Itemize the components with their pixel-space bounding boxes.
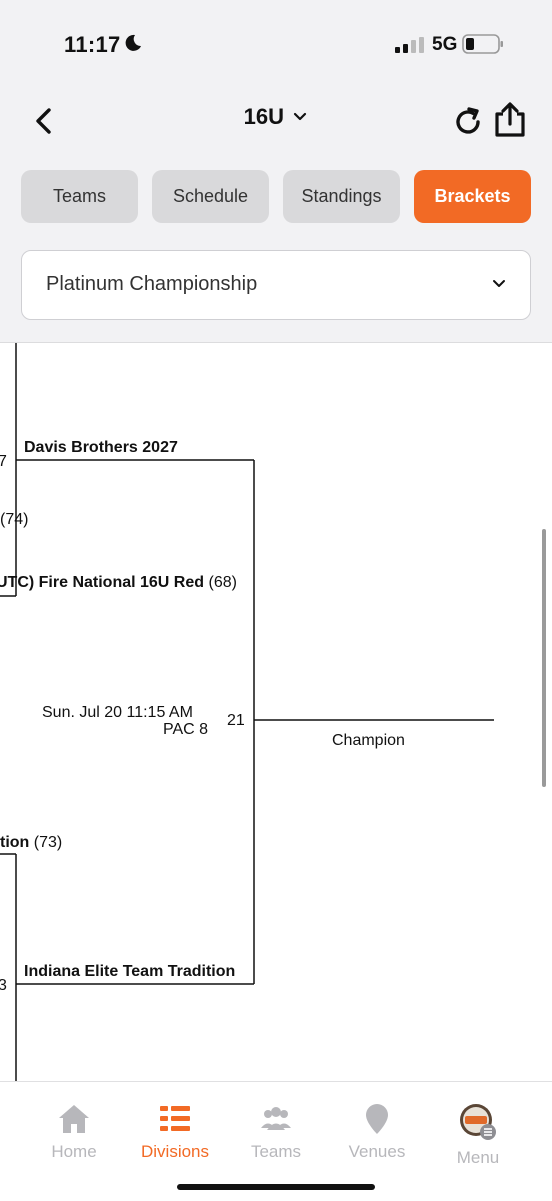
partial-score-bottom: 3 [0, 977, 7, 995]
nav-menu-label: Menu [456, 1148, 500, 1167]
team-name-bottom[interactable]: Indiana Elite Team Tradition [24, 963, 235, 981]
tab-brackets[interactable]: Brackets [414, 170, 531, 223]
home-icon [59, 1105, 89, 1133]
team-name-second: UTC) Fire National 16U Red [0, 574, 205, 591]
nav-teams-label: Teams [250, 1142, 302, 1161]
scrollbar[interactable] [542, 529, 546, 787]
share-icon[interactable] [492, 102, 528, 138]
team-entry-second[interactable]: UTC) Fire National 16U Red (68) [0, 574, 237, 592]
team-seed-third: (73) [33, 834, 63, 851]
team-name-top[interactable]: Davis Brothers 2027 [24, 439, 178, 457]
nav-teams[interactable]: Teams [226, 1102, 326, 1162]
section-tabs: Teams Schedule Standings Brackets [21, 170, 531, 223]
champion-label: Champion [332, 732, 405, 749]
nav-divisions[interactable]: Divisions [125, 1102, 225, 1162]
team-seed-second: (68) [208, 574, 237, 591]
nav-menu[interactable]: Menu [428, 1102, 528, 1168]
divisions-icon [160, 1106, 190, 1131]
menu-logo-icon [460, 1104, 496, 1140]
partial-seed-top: (74) [0, 511, 29, 528]
signal-icon [395, 37, 424, 53]
game-venue: PAC 8 [163, 721, 209, 738]
page-title: 16U [243, 104, 284, 129]
partial-score-top: 7 [0, 453, 7, 471]
battery-icon [462, 34, 503, 54]
status-time: 11:17 [64, 32, 121, 57]
chevron-down-icon [493, 280, 505, 287]
home-indicator [177, 1184, 375, 1190]
refresh-icon[interactable] [452, 106, 484, 138]
moon-icon [125, 34, 141, 51]
tab-standings[interactable]: Standings [283, 170, 400, 223]
nav-home-label: Home [51, 1142, 97, 1161]
nav-venues[interactable]: Venues [327, 1102, 427, 1162]
teams-icon [261, 1107, 291, 1130]
bottom-nav: Home Divisions Teams Venues Menu [0, 1081, 552, 1201]
top-header: 16U [0, 92, 552, 152]
status-bar: 11:17 5G [0, 0, 552, 90]
bracket-select[interactable]: Platinum Championship [21, 250, 531, 320]
nav-home[interactable]: Home [24, 1102, 124, 1162]
tab-schedule[interactable]: Schedule [152, 170, 269, 223]
tab-teams[interactable]: Teams [21, 170, 138, 223]
bracket-select-value: Platinum Championship [46, 273, 258, 295]
nav-venues-label: Venues [348, 1142, 406, 1161]
bracket-view[interactable]: 7 Davis Brothers 2027 (74) UTC) Fire Nat… [0, 342, 552, 1081]
game-datetime: Sun. Jul 20 11:15 AM [42, 704, 193, 721]
chevron-down-icon [294, 112, 307, 121]
team-name-third: tion [0, 834, 30, 851]
team-entry-third[interactable]: tion (73) [0, 834, 62, 852]
game-number: 21 [227, 712, 245, 729]
network-label: 5G [432, 34, 458, 55]
nav-divisions-label: Divisions [140, 1142, 210, 1161]
venue-pin-icon [366, 1104, 388, 1134]
